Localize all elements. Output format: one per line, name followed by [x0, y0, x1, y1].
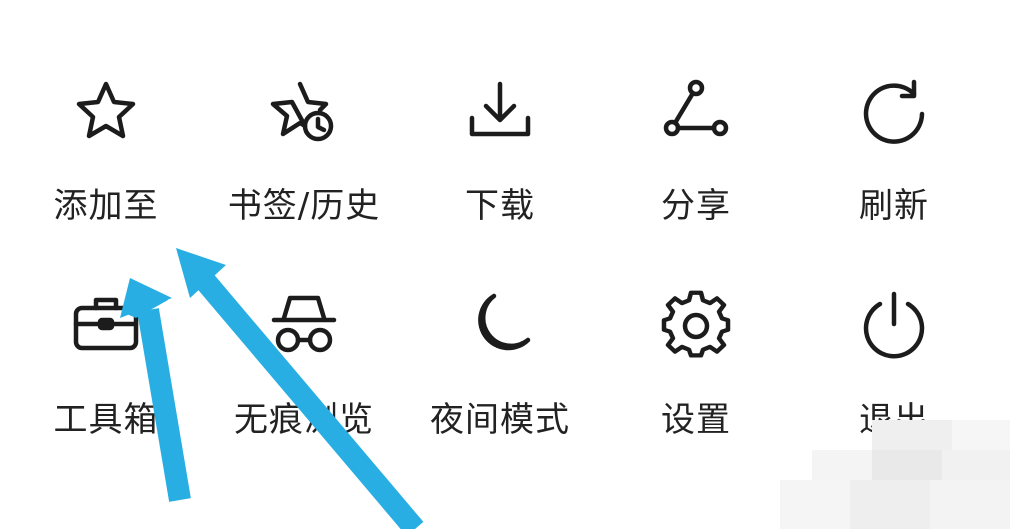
refresh-icon — [858, 76, 930, 148]
menu-label-night-mode: 夜间模式 — [430, 400, 570, 440]
menu-label-download: 下载 — [465, 186, 535, 226]
share-icon — [660, 76, 732, 148]
menu-label-refresh: 刷新 — [859, 186, 929, 226]
moon-icon — [464, 290, 536, 362]
power-icon — [858, 290, 930, 362]
menu-item-night-mode[interactable]: 夜间模式 — [402, 290, 598, 490]
star-icon — [70, 76, 142, 148]
menu-label-incognito: 无痕浏览 — [234, 400, 374, 440]
menu-label-add-to: 添加至 — [53, 186, 159, 226]
browser-menu-grid: 添加至 书签/历史 下载 分享 刷新 工具箱 无痕浏览 夜间模式 设置 退出 — [0, 0, 1010, 529]
menu-item-exit[interactable]: 退出 — [796, 290, 992, 490]
download-icon — [464, 76, 536, 148]
menu-label-toolbox: 工具箱 — [53, 400, 159, 440]
menu-item-refresh[interactable]: 刷新 — [796, 10, 992, 226]
menu-label-bookmarks-history: 书签/历史 — [227, 186, 381, 226]
menu-label-exit: 退出 — [859, 400, 929, 440]
menu-label-share: 分享 — [661, 186, 731, 226]
toolbox-icon — [70, 290, 142, 362]
gear-icon — [660, 290, 732, 362]
menu-item-incognito[interactable]: 无痕浏览 — [206, 290, 402, 490]
incognito-icon — [268, 290, 340, 362]
star-clock-icon — [268, 76, 340, 148]
menu-item-toolbox[interactable]: 工具箱 — [8, 290, 204, 490]
menu-item-settings[interactable]: 设置 — [598, 290, 794, 490]
menu-item-add-to[interactable]: 添加至 — [8, 10, 204, 226]
menu-item-download[interactable]: 下载 — [402, 10, 598, 226]
menu-item-bookmarks-history[interactable]: 书签/历史 — [206, 10, 402, 226]
menu-label-settings: 设置 — [661, 400, 731, 440]
menu-item-share[interactable]: 分享 — [598, 10, 794, 226]
